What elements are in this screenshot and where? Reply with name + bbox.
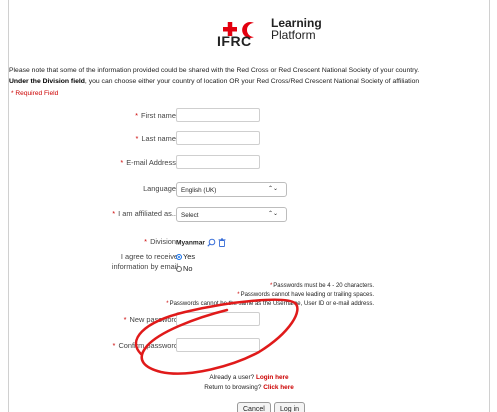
logo-org-text: IFRC: [217, 33, 252, 49]
trash-icon[interactable]: [218, 238, 226, 247]
login-here-link[interactable]: Login here: [256, 374, 289, 381]
required-field-note: * Required Field: [11, 90, 59, 97]
select-chevron-icon: ⌃⌄: [267, 211, 278, 217]
confirm-password-input[interactable]: [176, 338, 260, 352]
affiliation-selected-value: Select: [181, 212, 199, 219]
consent-yes-radio[interactable]: Yes: [176, 252, 195, 261]
last-name-label: * Last name:: [135, 134, 178, 143]
radio-selected-icon: [176, 254, 182, 261]
division-notice-rest: , you can choose either your country of …: [84, 78, 420, 85]
ifrc-learning-platform-logo: IFRC Learning Platform: [217, 14, 357, 49]
last-name-input[interactable]: [176, 131, 260, 145]
language-selected-value: English (UK): [181, 187, 217, 194]
email-input[interactable]: [176, 155, 260, 169]
logo-line-2: Platform: [271, 28, 316, 42]
password-rule-length: *Passwords must be 4 - 20 characters.: [269, 283, 374, 289]
confirm-password-label: * Confirm password: [112, 341, 178, 350]
email-label: * E-mail Address:: [120, 158, 178, 167]
search-icon[interactable]: [207, 238, 216, 247]
division-label: * Division:: [144, 237, 178, 246]
click-here-link[interactable]: Click here: [263, 384, 294, 391]
password-rule-unique: *Passwords cannot be the same as the Use…: [166, 301, 374, 307]
first-name-input[interactable]: [176, 108, 260, 122]
login-button[interactable]: Log in: [274, 402, 306, 412]
division-value: Myanmar: [176, 239, 205, 247]
language-select[interactable]: English (UK) ⌃⌄: [176, 182, 287, 197]
division-notice-bold: Under the Division field: [9, 78, 85, 85]
browse-prompt: Return to browsing? Click here: [204, 384, 294, 391]
logo-product-text: Learning Platform: [271, 17, 322, 41]
division-notice: Under the Division field, you can choose…: [9, 77, 489, 86]
consent-no-radio[interactable]: No: [176, 264, 192, 273]
affiliation-select[interactable]: Select ⌃⌄: [176, 207, 287, 222]
login-prompt: Already a user? Login here: [209, 374, 289, 381]
affiliation-label: * I am affiliated as...: [112, 209, 178, 218]
radio-unselected-icon: [176, 266, 182, 273]
email-consent-label: I agree to receive information by email: [111, 252, 178, 271]
language-label: Language:: [143, 184, 178, 193]
new-password-label: * New password: [123, 315, 178, 324]
data-sharing-notice: Please note that some of the information…: [9, 67, 420, 74]
cancel-button[interactable]: Cancel: [237, 402, 271, 412]
registration-page: IFRC Learning Platform Please note that …: [8, 0, 490, 412]
first-name-label: * First name:: [135, 111, 178, 120]
new-password-input[interactable]: [176, 312, 260, 326]
division-field: Myanmar: [176, 238, 226, 247]
password-rule-spaces: *Passwords cannot have leading or traili…: [237, 292, 374, 298]
select-chevron-icon: ⌃⌄: [267, 186, 278, 192]
